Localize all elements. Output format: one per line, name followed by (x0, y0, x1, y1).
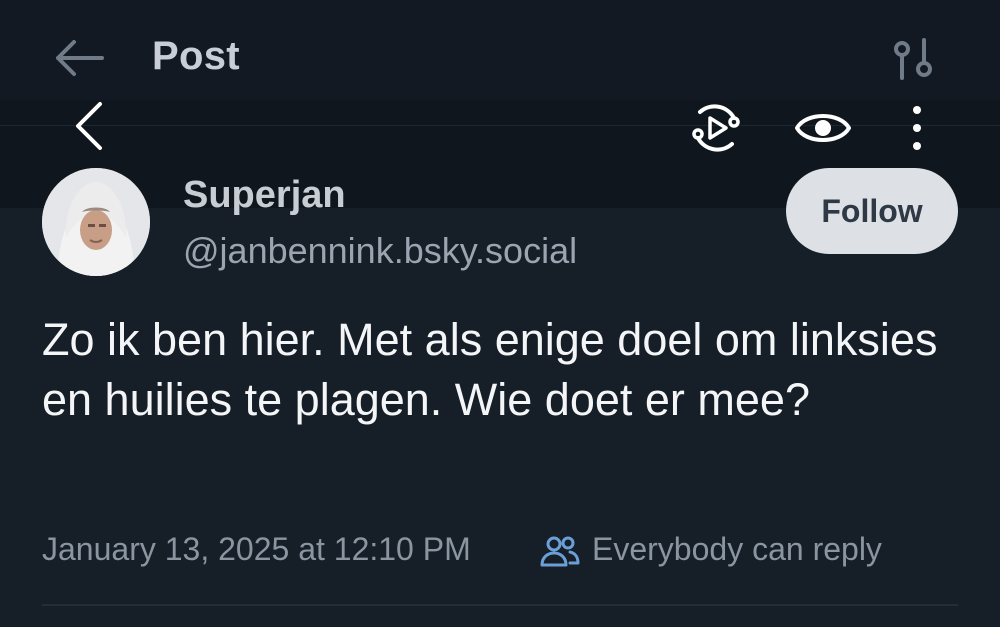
avatar[interactable] (42, 168, 150, 276)
post-timestamp: January 13, 2025 at 12:10 PM (42, 531, 471, 567)
reply-setting-label[interactable]: Everybody can reply (592, 531, 882, 568)
author-handle[interactable]: @janbennink.bsky.social (183, 230, 577, 272)
chevron-left-icon[interactable] (70, 100, 110, 152)
people-icon (540, 536, 580, 567)
post-text: Zo ik ben hier. Met als enige doel om li… (42, 314, 938, 425)
post-screen: Post Superjan @janbennink.bsky.social Fo… (0, 0, 1000, 627)
post-divider (42, 604, 958, 606)
avatar-image (42, 168, 150, 276)
page-title: Post (152, 34, 240, 78)
eye-icon[interactable] (794, 102, 852, 154)
follow-button[interactable]: Follow (786, 168, 958, 254)
sliders-icon[interactable] (890, 36, 936, 82)
play-circle-icon[interactable] (690, 102, 742, 154)
author-name[interactable]: Superjan (183, 174, 346, 217)
more-vertical-icon[interactable] (900, 100, 934, 156)
arrow-left-icon[interactable] (52, 38, 104, 78)
